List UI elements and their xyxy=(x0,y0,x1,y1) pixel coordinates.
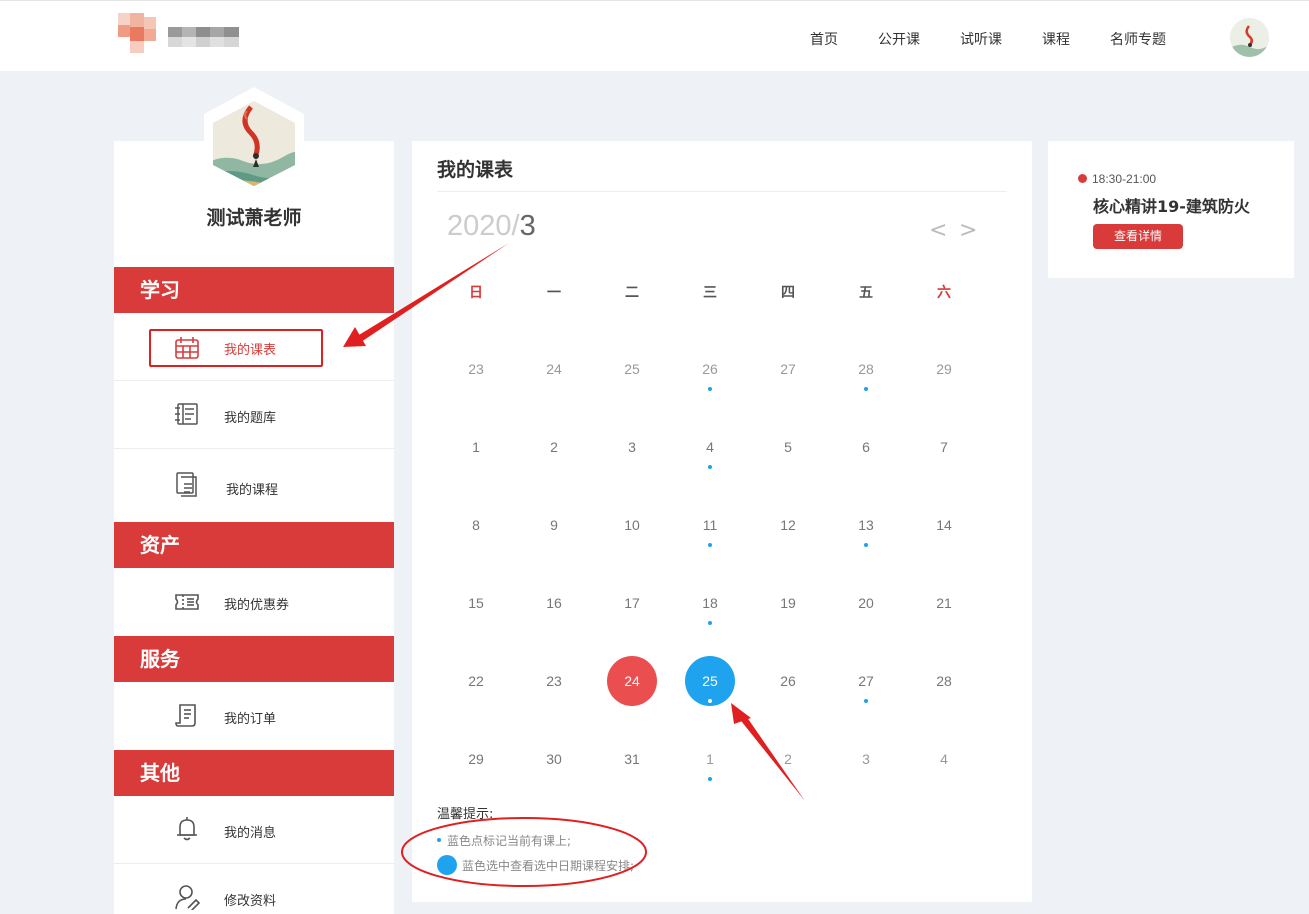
calendar-month-label: 2020/3 xyxy=(447,210,536,243)
course-dot-icon xyxy=(708,621,712,625)
tip-blue-select: 蓝色选中查看选中日期课程安排; xyxy=(462,859,635,873)
course-dot-icon xyxy=(708,387,712,391)
calendar-day[interactable]: 16 xyxy=(529,578,579,628)
calendar-day[interactable]: 22 xyxy=(451,656,501,706)
calendar-day[interactable]: 4 xyxy=(919,734,969,784)
calendar-day[interactable]: 19 xyxy=(763,578,813,628)
calendar-day-today[interactable]: 24 xyxy=(607,656,657,706)
teacher-name: 测试萧老师 xyxy=(206,207,302,229)
calendar-day[interactable]: 14 xyxy=(919,500,969,550)
receipt-icon xyxy=(174,702,200,728)
calendar-day[interactable]: 7 xyxy=(919,422,969,472)
nav-famous-teachers[interactable]: 名师专题 xyxy=(1110,29,1166,49)
section-header-services: 服务 xyxy=(114,636,394,682)
tip-blue-dot: 蓝色点标记当前有课上; xyxy=(447,834,572,848)
sidebar-item-my-orders[interactable]: 我的订单 xyxy=(114,682,394,749)
sidebar-item-my-coupons[interactable]: 我的优惠券 xyxy=(114,568,394,636)
view-details-button[interactable]: 查看详情 xyxy=(1093,224,1183,249)
section-header-assets: 资产 xyxy=(114,522,394,568)
calendar-year: 2020/ xyxy=(447,210,520,242)
course-dot-icon xyxy=(708,465,712,469)
calendar-day[interactable]: 23 xyxy=(451,344,501,394)
course-dot-icon xyxy=(708,543,712,547)
calendar-day[interactable]: 25 xyxy=(607,344,657,394)
sidebar-item-my-courses[interactable]: 我的课程 xyxy=(114,449,394,521)
calendar-day[interactable]: 12 xyxy=(763,500,813,550)
calendar-day[interactable]: 23 xyxy=(529,656,579,706)
calendar-day[interactable]: 2 xyxy=(763,734,813,784)
calendar-day[interactable]: 1 xyxy=(451,422,501,472)
nav-home[interactable]: 首页 xyxy=(810,29,838,49)
weekday-header: 三 xyxy=(703,285,717,301)
calendar-day[interactable]: 27 xyxy=(763,344,813,394)
calendar-day[interactable]: 21 xyxy=(919,578,969,628)
sidebar-item-label: 修改资料 xyxy=(224,894,277,909)
sidebar-item-my-messages[interactable]: 我的消息 xyxy=(114,796,394,863)
document-icon xyxy=(174,471,200,497)
sidebar-item-label: 我的优惠券 xyxy=(224,598,290,613)
page-title: 我的课表 xyxy=(437,159,514,181)
course-dot-icon xyxy=(864,699,868,703)
calendar-day[interactable]: 24 xyxy=(529,344,579,394)
calendar-day[interactable]: 8 xyxy=(451,500,501,550)
weekday-header: 二 xyxy=(625,285,639,301)
weekday-header: 四 xyxy=(781,285,795,301)
schedule-time: 18:30-21:00 xyxy=(1092,172,1157,186)
nav-courses[interactable]: 课程 xyxy=(1042,29,1070,49)
calendar-day[interactable]: 31 xyxy=(607,734,657,784)
calendar-day[interactable]: 29 xyxy=(919,344,969,394)
annotation-highlight-box xyxy=(149,329,323,367)
tips-title: 温馨提示: xyxy=(437,807,494,822)
schedule-course-title: 核心精讲19-建筑防火 xyxy=(1093,197,1250,216)
blue-circle-icon xyxy=(437,855,457,875)
calendar-day[interactable]: 3 xyxy=(841,734,891,784)
status-dot-icon xyxy=(1078,174,1087,183)
sidebar-item-edit-profile[interactable]: 修改资料 xyxy=(114,864,394,914)
prev-month-button[interactable]: < xyxy=(929,218,947,243)
teacher-avatar xyxy=(203,87,305,197)
calendar-day[interactable]: 3 xyxy=(607,422,657,472)
user-edit-icon xyxy=(174,884,201,912)
calendar-day[interactable]: 26 xyxy=(763,656,813,706)
course-dot-icon xyxy=(864,543,868,547)
weekday-header: 五 xyxy=(859,285,873,301)
sidebar-item-label: 我的题库 xyxy=(224,411,277,426)
nav-open-course[interactable]: 公开课 xyxy=(878,29,920,49)
section-header-study: 学习 xyxy=(114,267,394,313)
notebook-icon xyxy=(174,401,200,427)
calendar-day[interactable]: 17 xyxy=(607,578,657,628)
user-avatar[interactable] xyxy=(1230,18,1269,57)
weekday-header: 日 xyxy=(469,285,483,301)
calendar-day[interactable]: 20 xyxy=(841,578,891,628)
calendar-day[interactable]: 15 xyxy=(451,578,501,628)
calendar-day[interactable]: 29 xyxy=(451,734,501,784)
sidebar-item-my-question-bank[interactable]: 我的题库 xyxy=(114,381,394,448)
course-dot-icon xyxy=(864,387,868,391)
calendar-month: 3 xyxy=(519,210,536,242)
ticket-icon xyxy=(174,589,200,615)
sidebar-item-label: 我的订单 xyxy=(224,712,277,727)
calendar-day[interactable]: 30 xyxy=(529,734,579,784)
weekday-header: 一 xyxy=(547,285,561,301)
calendar-day[interactable]: 9 xyxy=(529,500,579,550)
next-month-button[interactable]: > xyxy=(959,218,977,243)
weekday-header: 六 xyxy=(937,285,951,301)
calendar-day[interactable]: 6 xyxy=(841,422,891,472)
calendar-day[interactable]: 5 xyxy=(763,422,813,472)
calendar-day[interactable]: 2 xyxy=(529,422,579,472)
site-logo[interactable] xyxy=(118,13,243,63)
sidebar-item-label: 我的消息 xyxy=(224,826,277,841)
calendar-day[interactable]: 10 xyxy=(607,500,657,550)
course-dot-icon xyxy=(708,777,712,781)
calendar-day[interactable]: 28 xyxy=(919,656,969,706)
course-dot-icon xyxy=(708,699,712,703)
divider xyxy=(437,191,1007,192)
section-header-other: 其他 xyxy=(114,750,394,796)
nav-trial-course[interactable]: 试听课 xyxy=(960,29,1002,49)
top-navbar: 首页 公开课 试听课 课程 名师专题 xyxy=(0,0,1309,71)
sidebar-item-label: 我的课程 xyxy=(226,483,279,498)
bell-icon xyxy=(174,816,200,842)
blue-dot-icon xyxy=(437,838,441,842)
